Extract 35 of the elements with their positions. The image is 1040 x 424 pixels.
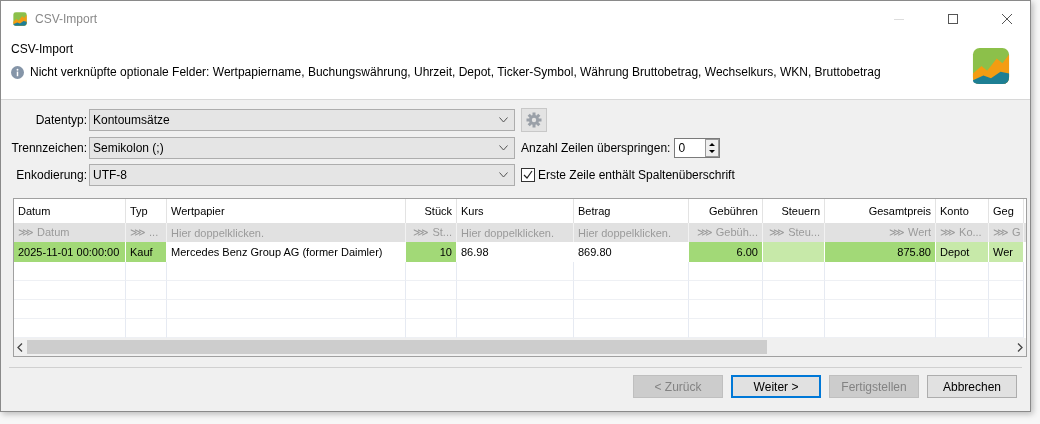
table-cell: 6.00 xyxy=(689,242,763,262)
dialog-button[interactable]: Abbrechen xyxy=(927,375,1017,398)
horizontal-scrollbar[interactable] xyxy=(14,338,1026,356)
maximize-icon[interactable] xyxy=(948,14,958,24)
settings-icon xyxy=(526,112,542,128)
field-label: Trennzeichen: xyxy=(10,141,87,155)
table-cell: Wer xyxy=(989,242,1024,262)
chevron-down-icon xyxy=(499,172,508,178)
info-message: Nicht verknüpfte optionale Felder: Wertpapiername, Buchungswährung, Uhrzeit, Depot, Ticker-Symbol, Währung Bruttobetrag, Wechselkurs, WKN, Bruttobetrag xyxy=(30,65,881,79)
app-logo-icon xyxy=(972,47,1010,85)
table-cell: 875.80 xyxy=(825,242,936,262)
app-logo-icon xyxy=(13,12,27,26)
table-cell: 2025-11-01 00:00:00 xyxy=(14,242,126,262)
dialog-title: CSV-Import xyxy=(11,42,74,56)
data-type-dropdown[interactable]: Kontoumsätze xyxy=(89,109,515,131)
skip-lines-spinner[interactable]: 0 xyxy=(674,138,721,158)
field-label: Anzahl Zeilen überspringen: xyxy=(521,141,671,155)
field-label: Datentyp: xyxy=(34,113,87,127)
chevron-down-icon xyxy=(499,117,508,123)
separator-dropdown[interactable]: Semikolon (;) xyxy=(89,137,515,159)
table-cell: 10 xyxy=(406,242,457,262)
chevron-down-icon xyxy=(499,145,508,151)
dialog-button[interactable]: Weiter > xyxy=(731,375,821,398)
spinner-arrows-icon xyxy=(705,139,720,157)
close-icon[interactable] xyxy=(1002,14,1012,24)
table-cell: Depot xyxy=(936,242,989,262)
scroll-right-icon xyxy=(1017,342,1023,352)
info-icon xyxy=(11,65,24,79)
window-title: CSV-Import xyxy=(35,12,98,26)
encoding-dropdown[interactable]: UTF-8 xyxy=(89,164,515,186)
checkbox-label: Erste Zeile enthält Spaltenüberschrift xyxy=(538,168,735,182)
table-cell: Kauf xyxy=(126,242,167,262)
scroll-left-icon xyxy=(17,342,23,352)
header-checkbox[interactable] xyxy=(521,168,535,182)
field-label: Enkodierung: xyxy=(15,168,87,182)
